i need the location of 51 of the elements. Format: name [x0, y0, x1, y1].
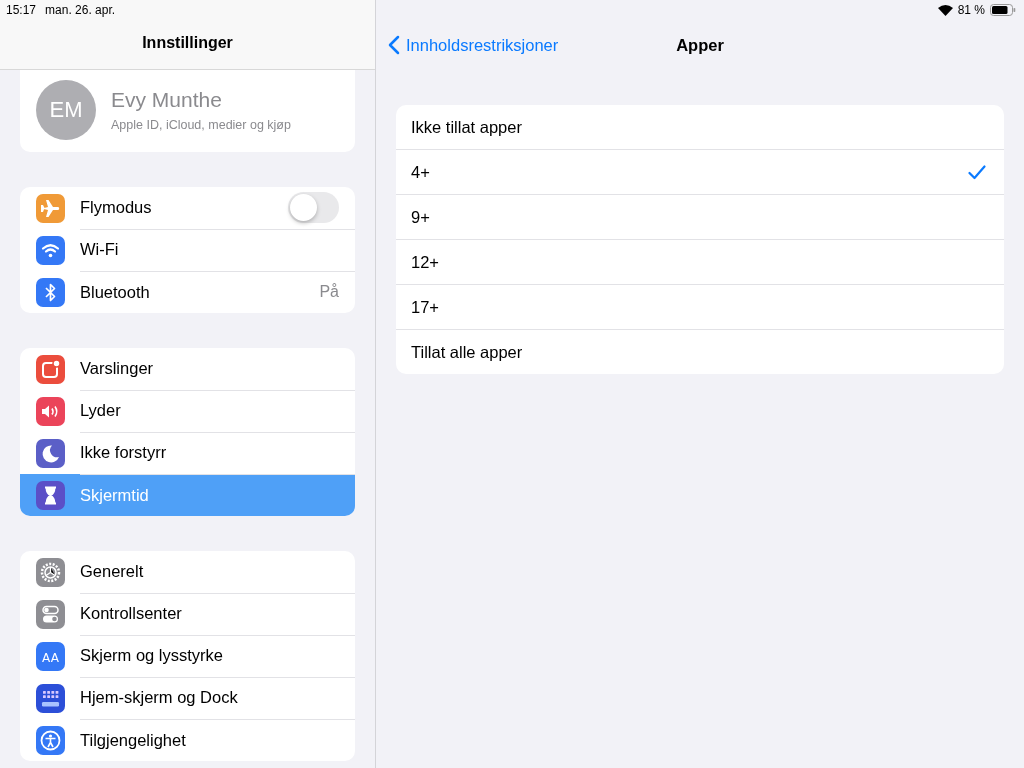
- option-row[interactable]: Ikke tillat apper: [396, 105, 1004, 150]
- option-label: 4+: [411, 162, 430, 182]
- item-label: Wi-Fi: [80, 240, 119, 259]
- sidebar-item[interactable]: Ikke forstyrr: [20, 432, 355, 474]
- item-label: Tilgjengelighet: [80, 730, 186, 750]
- item-label: Hjem-skjerm og Dock: [80, 688, 238, 707]
- profile-subtitle: Apple ID, iCloud, medier og kjøp: [111, 118, 291, 132]
- item-label: Ikke forstyrr: [80, 443, 167, 462]
- option-label: 12+: [411, 252, 439, 272]
- item-label: Flymodus: [80, 198, 152, 217]
- option-row[interactable]: 17+: [396, 285, 1004, 330]
- battery-percent: 81 %: [957, 3, 985, 17]
- page-title: Apper: [676, 35, 724, 55]
- sidebar-item[interactable]: Kontrollsenter: [20, 593, 355, 635]
- sidebar-title: Innstillinger: [141, 33, 234, 52]
- battery-icon: [990, 4, 1016, 16]
- sidebar-item[interactable]: Hjem-skjerm og Dock: [20, 677, 355, 719]
- sidebar-item[interactable]: Generelt: [20, 551, 355, 593]
- option-row[interactable]: 4+: [396, 150, 1004, 195]
- sidebar-item[interactable]: Varslinger: [20, 348, 355, 390]
- toggle-switch[interactable]: [288, 192, 339, 223]
- back-button[interactable]: Innholdsrestriksjoner: [388, 35, 559, 55]
- status-date: man. 26. apr.: [45, 3, 116, 17]
- text-icon: AA: [36, 641, 65, 671]
- option-label: Tillat alle apper: [411, 342, 523, 362]
- avatar-initials: EM: [36, 80, 96, 140]
- sidebar-item[interactable]: Flymodus: [20, 187, 355, 229]
- option-row[interactable]: 9+: [396, 195, 1004, 240]
- item-value: På: [319, 283, 339, 301]
- item-label: Skjerm og lysstyrke: [80, 646, 224, 665]
- wifi-icon: [937, 4, 953, 16]
- item-label: Bluetooth: [80, 282, 150, 302]
- item-label: Generelt: [80, 562, 144, 581]
- item-label: Varslinger: [80, 359, 154, 378]
- sidebar-item[interactable]: Bluetooth På: [20, 271, 355, 313]
- chevron-left-icon: [388, 35, 400, 55]
- option-label: Ikke tillat apper: [411, 117, 522, 137]
- profile-name: Evy Munthe: [111, 88, 223, 112]
- item-label: Skjermtid: [80, 485, 149, 505]
- option-row[interactable]: Tillat alle apper: [396, 330, 1004, 374]
- option-label: 17+: [411, 297, 439, 317]
- option-row[interactable]: 12+: [396, 240, 1004, 285]
- option-label: 9+: [411, 207, 430, 227]
- sidebar-item[interactable]: Lyder: [20, 390, 355, 432]
- sidebar-item[interactable]: Wi-Fi: [20, 229, 355, 271]
- status-time: 15:17: [6, 3, 37, 17]
- item-label: Lyder: [80, 401, 121, 420]
- sidebar-item[interactable]: AA Skjerm og lysstyrke: [20, 635, 355, 677]
- item-label: Kontrollsenter: [80, 604, 182, 623]
- sidebar-item[interactable]: Tilgjengelighet: [20, 719, 355, 761]
- profile-card[interactable]: EM Evy Munthe Apple ID, iCloud, medier og kjøp: [20, 70, 355, 152]
